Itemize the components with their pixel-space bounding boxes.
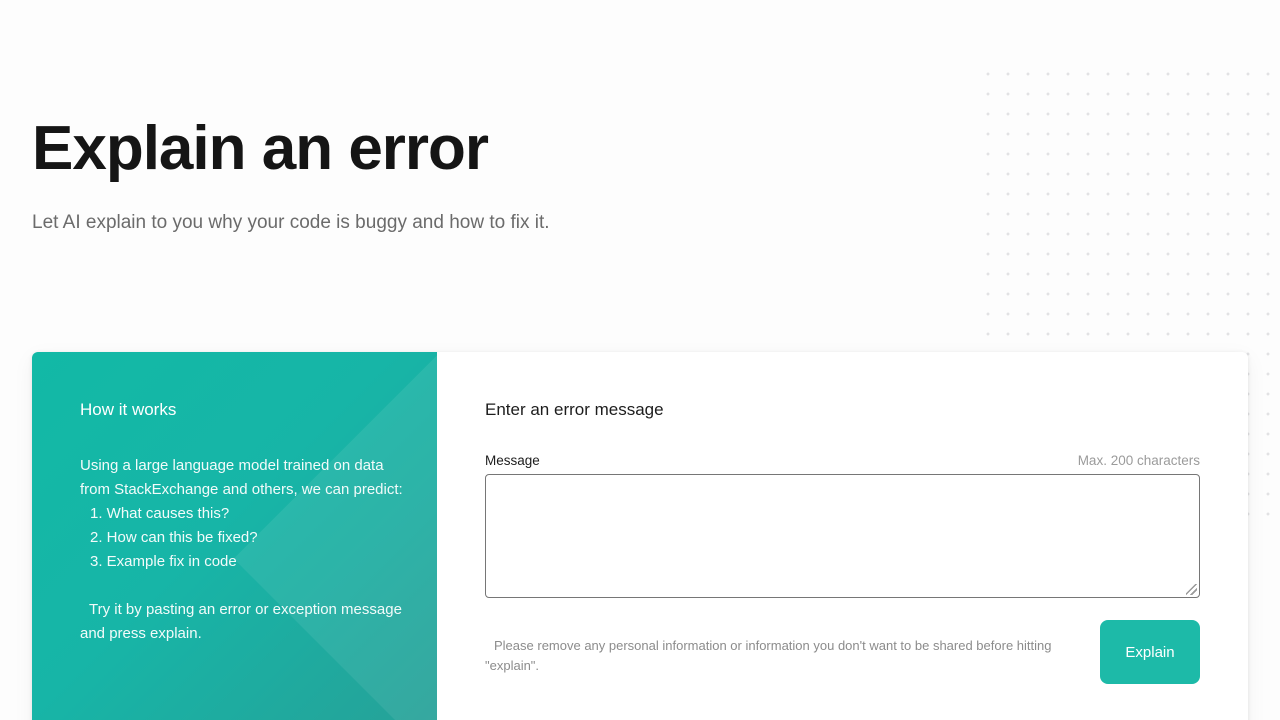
message-input[interactable] [486, 475, 1199, 597]
list-item: 3. Example fix in code [90, 553, 237, 570]
page-subtitle: Let AI explain to you why your code is b… [32, 212, 550, 233]
how-it-works-panel: How it works Using a large language mode… [32, 352, 437, 720]
page-root: Explain an error Let AI explain to you w… [0, 0, 1280, 720]
character-limit-hint: Max. 200 characters [1077, 453, 1200, 468]
message-input-wrapper[interactable] [485, 474, 1200, 598]
panel-intro-text: Using a large language model trained on … [80, 457, 403, 498]
message-field-label: Message [485, 453, 540, 468]
panel-steps-list: 1. What causes this? 2. How can this be … [80, 502, 403, 574]
explain-button[interactable]: Explain [1100, 620, 1200, 684]
panel-title: How it works [80, 400, 177, 419]
page-title: Explain an error [32, 114, 489, 183]
list-item: 2. How can this be fixed? [90, 529, 258, 546]
panel-content: How it works Using a large language mode… [32, 352, 437, 646]
form-title: Enter an error message [485, 400, 664, 419]
error-message-form: Enter an error message Message Max. 200 … [437, 352, 1248, 720]
message-field-header: Message Max. 200 characters [485, 453, 1200, 468]
panel-cta-text: Try it by pasting an error or exception … [80, 601, 402, 642]
main-card: How it works Using a large language mode… [32, 352, 1248, 720]
privacy-disclaimer: Please remove any personal information o… [485, 638, 1052, 673]
form-footer: Please remove any personal information o… [485, 620, 1200, 684]
list-item: 1. What causes this? [90, 505, 230, 522]
